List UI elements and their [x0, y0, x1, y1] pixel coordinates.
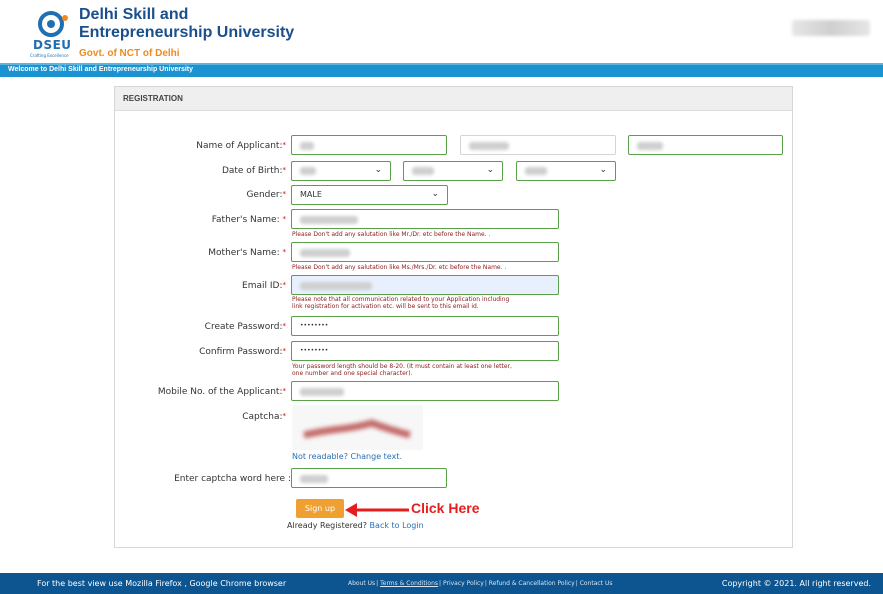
dob-label-text: Date of Birth:: [221, 166, 283, 176]
confirm-password-label: Confirm Password:*: [150, 347, 286, 357]
password-note-line2: one number and one special character).: [292, 370, 413, 377]
required-marker: *: [282, 215, 287, 223]
email-label: Email ID:*: [150, 281, 286, 291]
dob-day-select[interactable]: ⌄: [291, 161, 391, 181]
chevron-down-icon: ⌄: [431, 189, 439, 199]
footer-link-about[interactable]: About Us: [348, 580, 375, 587]
father-label-text: Father's Name:: [211, 215, 283, 225]
required-marker: *: [282, 281, 287, 289]
create-password-label-text: Create Password:: [204, 322, 283, 332]
site-header: DSEU Crafting Excellence Delhi Skill and…: [0, 0, 883, 62]
footer-links: About Us| Terms & Conditions| Privacy Po…: [348, 580, 613, 587]
required-marker: *: [282, 248, 287, 256]
email-input[interactable]: [291, 275, 559, 295]
footer-link-terms[interactable]: Terms & Conditions: [380, 580, 438, 587]
signup-button[interactable]: Sign up: [296, 499, 344, 518]
chevron-down-icon: ⌄: [599, 165, 607, 175]
mobile-label: Mobile No. of the Applicant:*: [150, 387, 286, 397]
site-footer: For the best view use Mozilla Firefox , …: [0, 573, 883, 594]
father-name-label: Father's Name: *: [150, 215, 286, 225]
dob-month-select[interactable]: ⌄: [403, 161, 503, 181]
chevron-down-icon: ⌄: [374, 165, 382, 175]
chevron-down-icon: ⌄: [486, 165, 494, 175]
email-note-line2: link registration for activation etc. wi…: [292, 303, 479, 310]
panel-title: REGISTRATION: [115, 87, 792, 111]
university-name-line1: Delhi Skill and: [79, 6, 189, 23]
university-name: Delhi Skill and Entrepreneurship Univers…: [79, 6, 294, 42]
welcome-text: Welcome to Delhi Skill and Entrepreneurs…: [8, 66, 194, 73]
click-here-annotation: Click Here: [411, 500, 480, 516]
welcome-bar: Welcome to Delhi Skill and Entrepreneurs…: [0, 63, 883, 77]
captcha-refresh-link[interactable]: Not readable? Change text.: [292, 452, 402, 461]
gender-value: MALE: [300, 190, 322, 199]
mother-name-input[interactable]: [291, 242, 559, 262]
name-label: Name of Applicant:*: [150, 141, 286, 151]
mother-label-text: Mother's Name:: [208, 248, 283, 258]
red-arrow-icon: [345, 503, 409, 517]
captcha-image: [292, 405, 423, 450]
dseu-logo-icon: [38, 11, 68, 37]
captcha-entry-input[interactable]: [291, 468, 447, 488]
email-note-line1: Please note that all communication relat…: [292, 296, 510, 303]
mobile-label-text: Mobile No. of the Applicant:: [157, 387, 283, 397]
captcha-label: Captcha:*: [150, 412, 286, 422]
required-marker: *: [282, 387, 287, 395]
university-name-line2: Entrepreneurship University: [79, 24, 295, 41]
dob-label: Date of Birth:*: [150, 166, 286, 176]
captcha-entry-label: Enter captcha word here :: [174, 474, 291, 484]
footer-link-privacy[interactable]: Privacy Policy: [443, 580, 484, 587]
dob-year-select[interactable]: ⌄: [516, 161, 616, 181]
redacted-header-info: [792, 20, 870, 36]
footer-browser-note: For the best view use Mozilla Firefox , …: [37, 579, 287, 588]
already-registered: Already Registered? Back to Login: [287, 521, 424, 530]
password-note: Your password length should be 8-20. (It…: [292, 363, 512, 377]
footer-link-refund[interactable]: Refund & Cancellation Policy: [489, 580, 575, 587]
footer-copyright: Copyright © 2021. All right reserved.: [721, 579, 871, 588]
father-name-input[interactable]: [291, 209, 559, 229]
required-marker: *: [282, 412, 287, 420]
gender-label-text: Gender:: [246, 190, 283, 200]
father-name-note: Please Don't add any salutation like Mr.…: [292, 231, 491, 238]
required-marker: *: [282, 166, 287, 174]
email-label-text: Email ID:: [242, 281, 283, 291]
university-subtitle: Govt. of NCT of Delhi: [79, 48, 180, 59]
required-marker: *: [282, 190, 287, 198]
required-marker: *: [282, 322, 287, 330]
mother-name-label: Mother's Name: *: [150, 248, 286, 258]
required-marker: *: [282, 141, 287, 149]
gender-select[interactable]: MALE ⌄: [291, 185, 448, 205]
mother-name-note: Please Don't add any salutation like Ms.…: [292, 264, 507, 271]
logo-text: DSEU: [33, 38, 72, 52]
name-label-text: Name of Applicant:: [196, 141, 283, 151]
logo-tagline: Crafting Excellence: [30, 53, 69, 58]
password-note-line1: Your password length should be 8-20. (It…: [292, 363, 512, 370]
confirm-password-input[interactable]: ••••••••: [291, 341, 559, 361]
captcha-distorted-text: [303, 419, 411, 439]
create-password-input[interactable]: ••••••••: [291, 316, 559, 336]
back-to-login-link[interactable]: Back to Login: [370, 521, 424, 530]
footer-link-contact[interactable]: Contact Us: [580, 580, 613, 587]
mobile-input[interactable]: [291, 381, 559, 401]
middle-name-input[interactable]: [460, 135, 616, 155]
create-password-label: Create Password:*: [150, 322, 286, 332]
email-note: Please note that all communication relat…: [292, 296, 509, 310]
captcha-label-text: Captcha:: [242, 412, 283, 422]
last-name-input[interactable]: [628, 135, 783, 155]
already-registered-text: Already Registered?: [287, 521, 367, 530]
gender-label: Gender:*: [150, 190, 286, 200]
required-marker: *: [282, 347, 287, 355]
first-name-input[interactable]: [291, 135, 447, 155]
confirm-password-label-text: Confirm Password:: [199, 347, 283, 357]
